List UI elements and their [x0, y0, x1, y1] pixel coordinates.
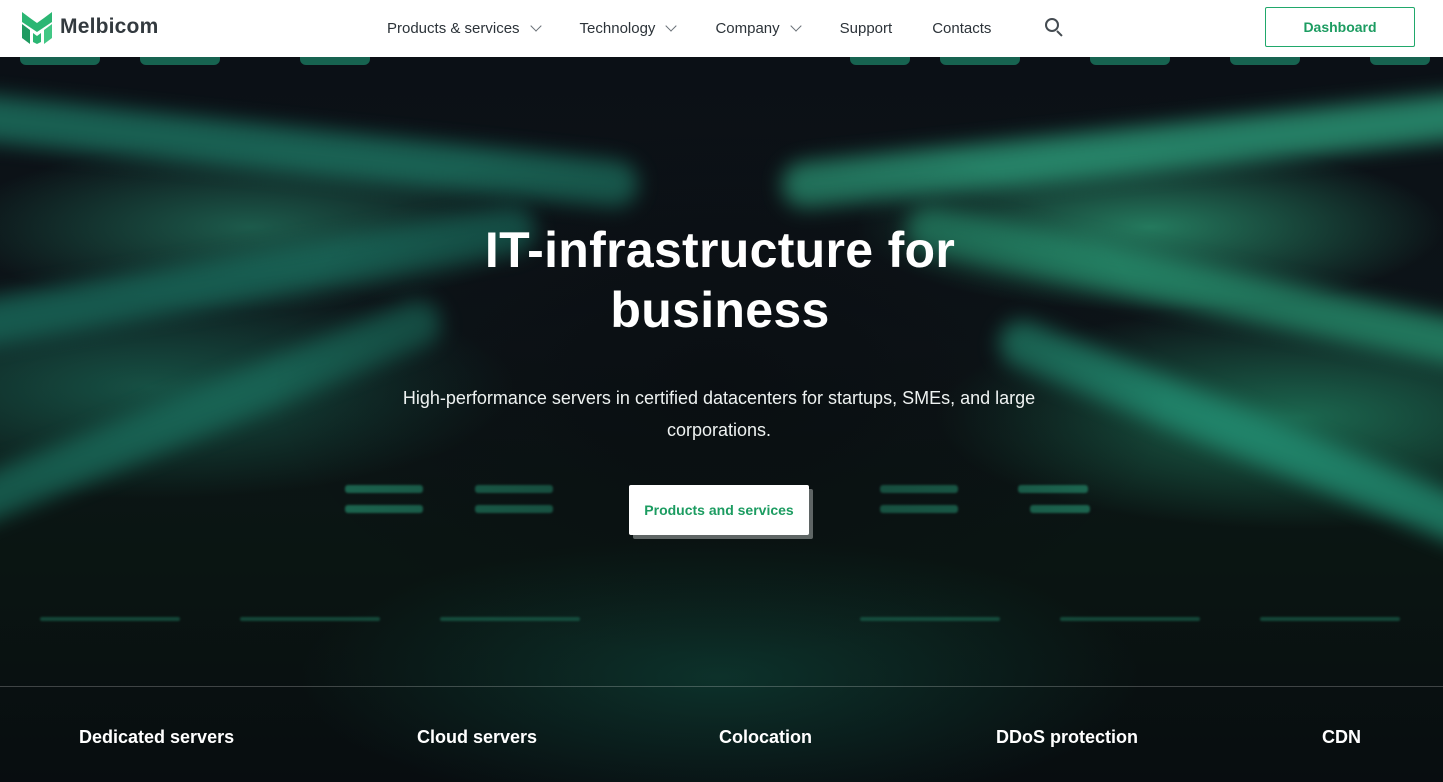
brand-name: Melbicom: [60, 15, 159, 38]
nav-item-technology[interactable]: Technology: [579, 20, 678, 37]
hero-title-line1: IT-infrastructure for: [484, 222, 956, 278]
site-header: Melbicom Products & services Technology …: [0, 0, 1443, 57]
nav-item-label: Company: [715, 20, 780, 37]
dashboard-button[interactable]: Dashboard: [1265, 7, 1415, 47]
nav-item-label: Support: [839, 20, 893, 37]
divider: [0, 686, 1443, 687]
nav-item-label: Technology: [579, 20, 656, 37]
category-cloud-servers[interactable]: Cloud servers: [417, 727, 537, 748]
hero-subtitle: High-performance servers in certified da…: [402, 388, 1036, 440]
hero-section: IT-infrastructure for business High-perf…: [0, 57, 1443, 782]
category-colocation[interactable]: Colocation: [719, 727, 812, 748]
nav-item-company[interactable]: Company: [715, 20, 802, 37]
hero-title-line2: business: [610, 282, 830, 338]
melbicom-logo-icon: [22, 12, 52, 44]
products-and-services-button[interactable]: Products and services: [629, 485, 809, 535]
category-ddos-protection[interactable]: DDoS protection: [996, 727, 1138, 748]
hero-title: IT-infrastructure for business: [420, 220, 1020, 340]
nav-item-products-services[interactable]: Products & services: [387, 20, 542, 37]
category-cdn[interactable]: CDN: [1322, 727, 1361, 748]
chevron-down-icon: [529, 20, 542, 32]
nav-item-label: Products & services: [387, 20, 520, 37]
category-dedicated-servers[interactable]: Dedicated servers: [79, 727, 234, 748]
nav-item-contacts[interactable]: Contacts: [932, 20, 991, 37]
chevron-down-icon: [665, 20, 678, 32]
chevron-down-icon: [789, 20, 802, 32]
search-icon[interactable]: [1043, 17, 1065, 39]
main-nav: Products & services Technology Company S…: [387, 0, 1031, 57]
brand-logo[interactable]: Melbicom: [22, 10, 158, 44]
nav-item-label: Contacts: [932, 20, 992, 37]
nav-item-support[interactable]: Support: [840, 20, 893, 37]
